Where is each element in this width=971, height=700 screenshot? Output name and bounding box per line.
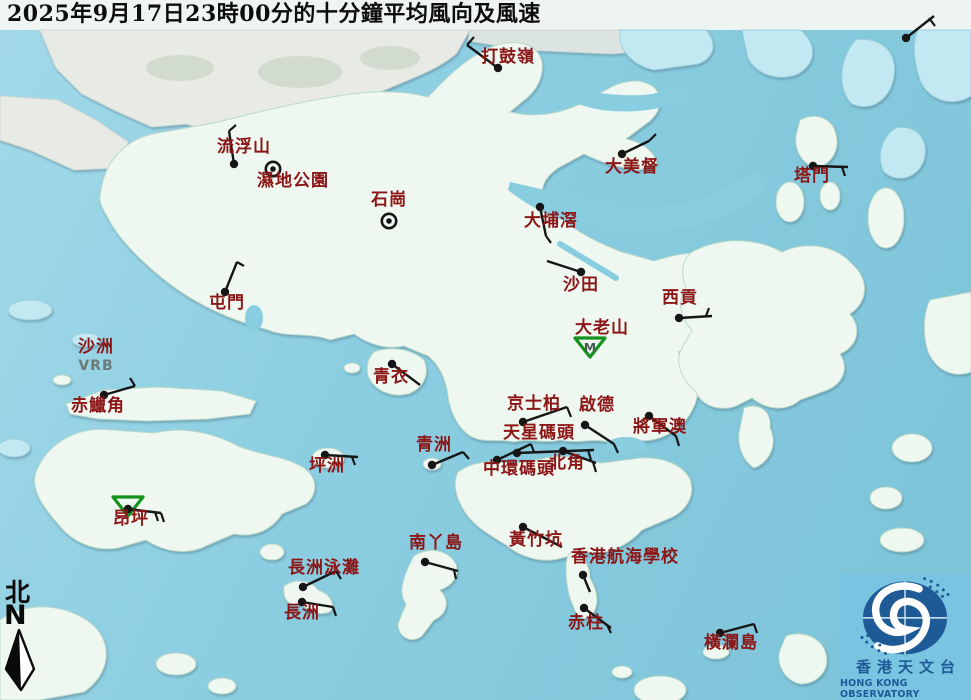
station-label: 赤柱	[568, 612, 604, 633]
vrb-label: VRB	[78, 358, 113, 374]
station-label: 屯門	[209, 292, 245, 313]
wind-barb-tick	[531, 444, 534, 452]
station-label: 橫瀾島	[704, 632, 758, 653]
logo-emblem-icon	[840, 573, 971, 659]
station-dot	[230, 160, 238, 168]
station-label: 長洲	[284, 603, 320, 623]
compass-north-letter: N	[3, 604, 45, 627]
station-label: 大美督	[605, 156, 659, 177]
wind-barb-tick	[649, 134, 656, 141]
wind-barb-tick	[676, 436, 679, 446]
map-canvas: 打鼓嶺流浮山濕地公園石崗 大美督 塔門大埔滘沙田西貢 M 大老山沙洲VRB 赤鱲角 屯門青衣…	[0, 0, 971, 700]
station-label: 沙洲	[78, 337, 114, 357]
station-label: 塔門	[794, 165, 830, 186]
landmasses	[0, 30, 971, 700]
wind-barb	[720, 624, 754, 633]
station-label: 大老山	[575, 317, 629, 338]
station-dot	[580, 604, 588, 612]
station-label: 流浮山	[217, 136, 271, 157]
station-label: 京士柏	[507, 393, 561, 414]
station-dot	[581, 421, 589, 429]
logo-name-en: HONG KONG OBSERVATORY	[840, 678, 971, 700]
logo-name-zh: 香港天文台	[850, 659, 961, 676]
hko-logo: 香港天文台 HONG KONG OBSERVATORY	[840, 573, 971, 700]
station-label: 青衣	[373, 366, 409, 387]
station-label: 青洲	[416, 434, 452, 455]
wind-map-screen: 2025年9月17日23時00分的十分鐘平均風向及風速	[0, 0, 971, 700]
wind-barb-tick	[842, 167, 845, 176]
station-dot	[421, 558, 429, 566]
station-label: 昂坪	[113, 509, 149, 529]
station-label: 長洲泳灘	[288, 557, 360, 578]
wind-barb-tick	[130, 378, 135, 386]
station: 沙洲VRB	[78, 337, 114, 374]
station-dot	[428, 461, 436, 469]
station-dot	[675, 314, 683, 322]
station: 中環碼頭	[483, 444, 555, 479]
station-label: 濕地公園	[257, 170, 329, 191]
station-label: 中環碼頭	[483, 458, 555, 479]
calm-icon-center	[386, 218, 392, 224]
station-label: 將軍澳	[633, 416, 687, 437]
station-label: 沙田	[563, 275, 599, 295]
station-dot	[579, 571, 587, 579]
wind-barb-tick	[463, 452, 469, 459]
station-label: 打鼓嶺	[481, 46, 535, 67]
wind-barb-tick	[333, 607, 336, 616]
station: 橫瀾島	[704, 624, 758, 653]
compass: 北 N	[3, 579, 45, 692]
north-arrow-icon	[3, 628, 37, 692]
wind-barb-tick	[754, 624, 757, 633]
station-label: 坪洲	[309, 456, 345, 476]
station-label: 大埔滘	[524, 210, 578, 231]
station-label: 天星碼頭	[503, 423, 575, 443]
station-label: 西貢	[662, 288, 698, 308]
wind-barb-tick	[588, 450, 591, 460]
wind-barb-tick	[352, 457, 355, 465]
station-dot	[299, 583, 307, 591]
station-label: 黃竹坑	[508, 529, 563, 550]
station-dot	[536, 203, 544, 211]
wind-barb-tick	[929, 18, 935, 26]
station-label: 赤鱲角	[71, 395, 125, 416]
station-label: 香港航海學校	[571, 546, 679, 567]
station-label: 石崗	[370, 190, 407, 210]
station-label: 南丫島	[409, 532, 463, 553]
station: 塔門	[794, 162, 848, 186]
mountain-marker-letter: M	[584, 340, 596, 355]
station-label: 啟德	[579, 394, 615, 415]
station-dot	[902, 34, 910, 42]
